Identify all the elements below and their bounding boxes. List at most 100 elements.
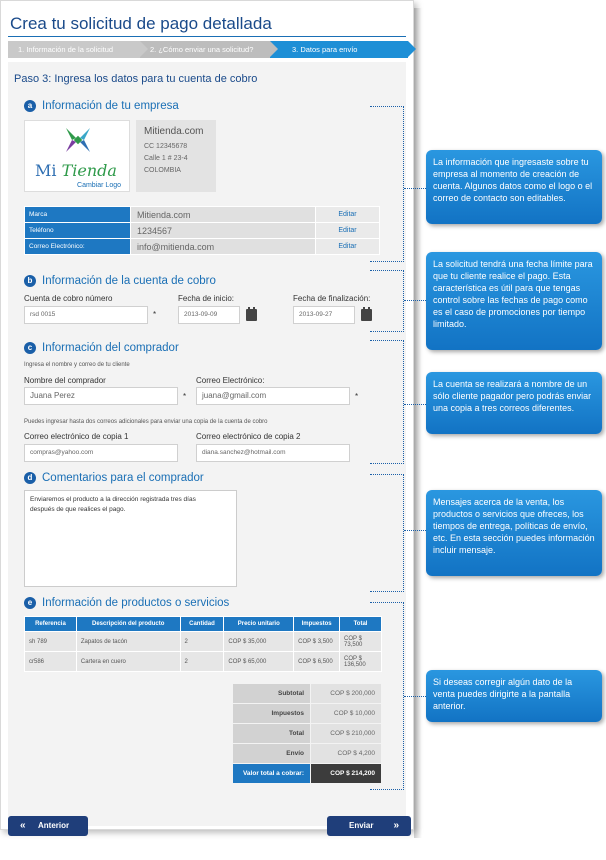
required-mark: * [183,392,187,401]
copias-hint: Puedes ingresar hasta dos correos adicio… [24,419,268,425]
company-address: Calle 1 # 23-4 [144,155,188,162]
column-header: Precio unitario [223,616,295,632]
row-value: info@mitienda.com [130,238,316,255]
fecha-inicio-input[interactable]: 2013-09-09 [178,306,240,324]
connector-b-arm [404,300,426,301]
anterior-button[interactable]: « Anterior [8,816,88,836]
callout-fechas: La solicitud tendrá una fecha límite par… [426,252,602,350]
step-2[interactable]: 2. ¿Cómo enviar una solicitud? [140,41,278,58]
totals-label: Subtotal [232,683,311,704]
section-e-title: Información de productos o servicios [42,597,230,609]
copia1-input[interactable]: compras@yahoo.com [24,444,178,462]
totals-final-row: Valor total a cobrar: COP $ 214,200 [232,763,382,784]
callout-comentarios: Mensajes acerca de la venta, los product… [426,490,602,576]
callout-productos: Si deseas corregir algún dato de la vent… [426,670,602,722]
connector-d-arm [404,530,426,531]
step-1[interactable]: 1. Información de la solicitud [8,41,148,58]
fecha-inicio-label: Fecha de inicio: [178,294,235,303]
cell-ref: sh 789 [24,631,77,652]
cell-tax: COP $ 6,500 [293,651,341,672]
cell-price: COP $ 35,000 [223,631,295,652]
totals-label: Total [232,723,311,744]
step-progress: 1. Información de la solicitud 2. ¿Cómo … [8,41,416,58]
totals-row: Total COP $ 210,000 [232,723,382,744]
column-header: Cantidad [179,616,225,632]
company-cc: CC 12345678 [144,143,188,150]
logo-word-1: Mi [35,161,57,180]
row-label: Correo Electrónico: [24,238,131,255]
anterior-label: Anterior [38,821,70,830]
table-row: Correo Electrónico: info@mitienda.com Ed… [24,238,380,255]
step-3-active[interactable]: 3. Datos para envío [270,41,416,58]
column-header: Impuestos [293,616,341,632]
cell-price: COP $ 65,000 [223,651,295,672]
cell-ref: cr586 [24,651,77,672]
frame-shadow [414,8,422,838]
connector-d [370,474,404,592]
row-value: 1234567 [130,222,316,239]
table-row: sh 789 Zapatos de tacón 2 COP $ 35,000 C… [24,631,382,652]
logo-x-icon [66,128,90,152]
totals-table: Subtotal COP $ 200,000 Impuestos COP $ 1… [232,683,382,784]
section-b-badge: b [24,275,36,287]
totals-label: Valor total a cobrar: [232,763,311,784]
section-e-header: e Información de productos o servicios [24,597,229,609]
totals-row: Subtotal COP $ 200,000 [232,683,382,704]
cell-desc: Cartera en cuero [75,651,181,672]
section-a-header: a Información de tu empresa [24,100,179,112]
logo-word-2: Tienda [61,161,117,180]
column-header: Referencia [24,616,77,632]
column-header: Descripción del producto [75,616,181,632]
enviar-label: Enviar [349,821,374,830]
section-a-title: Información de tu empresa [42,100,179,112]
comentarios-textarea[interactable]: Enviaremos el producto a la dirección re… [24,490,237,587]
connector-e-arm [404,696,426,697]
connector-c-arm [404,404,426,405]
calendar-icon[interactable] [246,307,257,321]
fecha-fin-label: Fecha de finalización: [293,294,371,303]
title-divider [8,36,406,37]
required-mark: * [355,392,359,401]
chevron-right-icon: » [393,820,399,831]
table-row: Teléfono 1234567 Editar [24,222,380,239]
correo-label: Correo Electrónico: [196,376,265,385]
connector-b [370,270,404,332]
cuenta-numero-input[interactable]: rsd 0015 [24,306,148,324]
required-mark: * [153,310,157,319]
connector-a-arm [404,188,426,189]
copia2-input[interactable]: diana.sanchez@hotmail.com [196,444,350,462]
table-header-row: Referencia Descripción del producto Cant… [24,616,382,632]
page-title: Crea tu solicitud de pago detallada [10,14,272,33]
company-info-table: Marca Mitienda.com Editar Teléfono 12345… [24,206,380,255]
cell-tax: COP $ 3,500 [293,631,341,652]
products-table: Referencia Descripción del producto Cant… [24,616,382,672]
logo-wordmark: Mi Tienda [35,161,117,180]
chevron-left-icon: « [20,820,26,831]
paso-title: Paso 3: Ingresa los datos para tu cuenta… [14,73,258,85]
fecha-fin-input[interactable]: 2013-09-27 [293,306,355,324]
enviar-button[interactable]: Enviar » [327,816,411,836]
connector-e [370,602,404,790]
correo-input[interactable]: juana@gmail.com [196,387,350,405]
row-label: Marca [24,206,131,223]
section-c-badge: c [24,342,36,354]
nombre-label: Nombre del comprador [24,376,106,385]
nombre-input[interactable]: Juana Perez [24,387,178,405]
totals-row: Envío COP $ 4,200 [232,743,382,764]
section-c-header: c Información del comprador [24,342,179,354]
cuenta-numero-label: Cuenta de cobro número [24,294,113,303]
section-a-badge: a [24,100,36,112]
connector-a [370,106,404,262]
company-country: COLOMBIA [144,167,181,174]
connector-c [370,340,404,464]
copia2-label: Correo electrónico de copia 2 [196,432,301,441]
change-logo-link[interactable]: Cambiar Logo [77,182,121,189]
company-logo: Mi Tienda Cambiar Logo [24,120,130,192]
section-c-title: Información del comprador [42,342,179,354]
company-name: Mitienda.com [144,126,204,137]
callout-comprador: La cuenta se realizará a nombre de un só… [426,372,602,434]
cell-qty: 2 [179,631,225,652]
table-row: Marca Mitienda.com Editar [24,206,380,223]
row-label: Teléfono [24,222,131,239]
totals-label: Impuestos [232,703,311,724]
